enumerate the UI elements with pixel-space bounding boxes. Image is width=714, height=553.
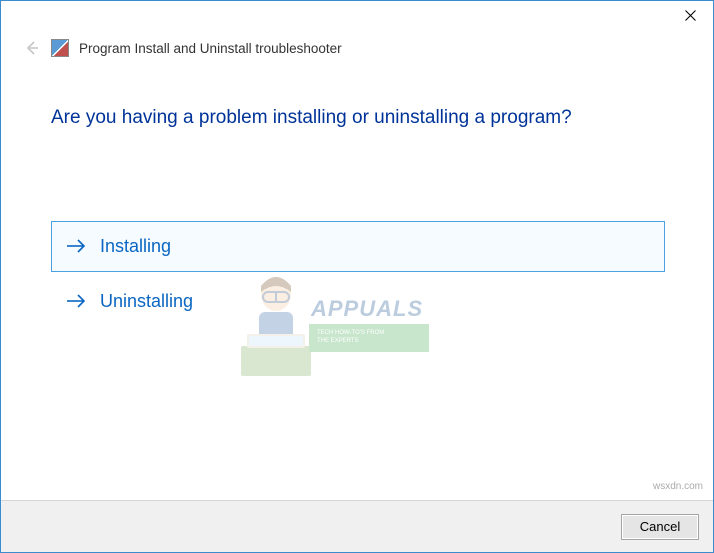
close-button[interactable]	[667, 1, 713, 31]
troubleshooter-window: Program Install and Uninstall troublesho…	[0, 0, 714, 553]
option-uninstalling[interactable]: Uninstalling	[51, 276, 665, 327]
window-titlebar	[1, 1, 713, 33]
troubleshooter-icon	[51, 39, 69, 57]
wizard-header: Program Install and Uninstall troublesho…	[1, 33, 713, 75]
arrow-right-icon	[66, 236, 86, 256]
option-label: Uninstalling	[100, 291, 193, 312]
option-list: Installing Uninstalling	[51, 221, 665, 327]
cancel-button[interactable]: Cancel	[621, 514, 699, 540]
option-installing[interactable]: Installing	[51, 221, 665, 272]
arrow-right-icon	[66, 291, 86, 311]
watermark-tagline: TECH HOW-TO'S FROM THE EXPERTS	[309, 324, 429, 352]
back-button	[23, 39, 41, 57]
option-label: Installing	[100, 236, 171, 257]
wizard-body: APPUALS TECH HOW-TO'S FROM THE EXPERTS A…	[1, 75, 713, 500]
back-arrow-icon	[23, 39, 41, 57]
wizard-footer: Cancel	[1, 500, 713, 552]
close-icon	[685, 8, 696, 24]
question-heading: Are you having a problem installing or u…	[51, 105, 665, 131]
wizard-title: Program Install and Uninstall troublesho…	[79, 41, 342, 56]
